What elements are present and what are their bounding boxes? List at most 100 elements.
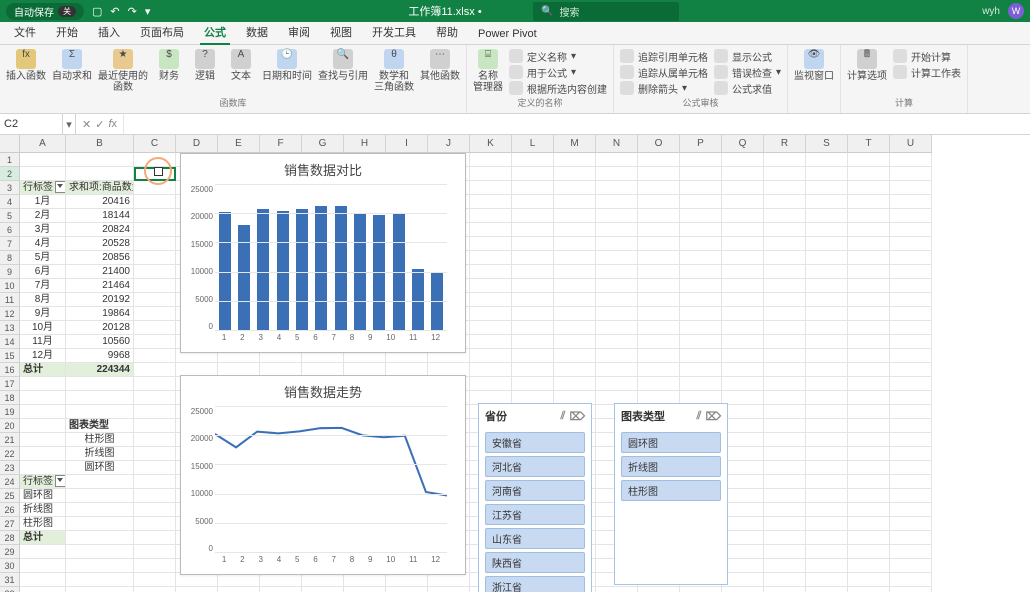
- cell-R17[interactable]: [764, 377, 806, 391]
- cell-Q18[interactable]: [722, 391, 764, 405]
- cell-U5[interactable]: [890, 209, 932, 223]
- cell-C3[interactable]: [134, 181, 176, 195]
- cell-C1[interactable]: [134, 153, 176, 167]
- cell-U31[interactable]: [890, 573, 932, 587]
- tab-dev[interactable]: 开发工具: [362, 20, 426, 44]
- lookup-button[interactable]: 🔍查找与引用: [318, 49, 368, 82]
- cell-M4[interactable]: [554, 195, 596, 209]
- cell-T16[interactable]: [848, 363, 890, 377]
- cell-B32[interactable]: [66, 587, 134, 592]
- cell-T18[interactable]: [848, 391, 890, 405]
- cell-B21[interactable]: 柱形图: [66, 433, 134, 447]
- cell-Q25[interactable]: [722, 489, 764, 503]
- cell-A9[interactable]: 6月: [20, 265, 66, 279]
- cell-T8[interactable]: [848, 251, 890, 265]
- col-header-B[interactable]: B: [66, 135, 134, 153]
- cell-U4[interactable]: [890, 195, 932, 209]
- cell-S14[interactable]: [806, 335, 848, 349]
- cell-P1[interactable]: [680, 153, 722, 167]
- cell-T24[interactable]: [848, 475, 890, 489]
- cell-O3[interactable]: [638, 181, 680, 195]
- row-header-22[interactable]: 22: [0, 447, 20, 461]
- cell-F32[interactable]: [260, 587, 302, 592]
- calc-options-button[interactable]: 🖩计算选项: [847, 49, 887, 82]
- cell-C31[interactable]: [134, 573, 176, 587]
- cell-T32[interactable]: [848, 587, 890, 592]
- cell-A26[interactable]: 折线图: [20, 503, 66, 517]
- cell-T19[interactable]: [848, 405, 890, 419]
- tab-review[interactable]: 审阅: [278, 20, 320, 44]
- cell-R1[interactable]: [764, 153, 806, 167]
- cell-R4[interactable]: [764, 195, 806, 209]
- cell-N9[interactable]: [596, 265, 638, 279]
- cell-Q21[interactable]: [722, 433, 764, 447]
- bar-6[interactable]: [315, 206, 327, 331]
- row-header-6[interactable]: 6: [0, 223, 20, 237]
- cell-R32[interactable]: [764, 587, 806, 592]
- cell-T27[interactable]: [848, 517, 890, 531]
- cell-L2[interactable]: [512, 167, 554, 181]
- cell-R16[interactable]: [764, 363, 806, 377]
- cell-U26[interactable]: [890, 503, 932, 517]
- cell-B26[interactable]: [66, 503, 134, 517]
- col-header-G[interactable]: G: [302, 135, 344, 153]
- cell-Q17[interactable]: [722, 377, 764, 391]
- cell-H31[interactable]: [344, 573, 386, 587]
- cell-O32[interactable]: [638, 587, 680, 592]
- cell-L4[interactable]: [512, 195, 554, 209]
- cell-L8[interactable]: [512, 251, 554, 265]
- cell-U16[interactable]: [890, 363, 932, 377]
- cell-Q19[interactable]: [722, 405, 764, 419]
- cell-S16[interactable]: [806, 363, 848, 377]
- row-header-16[interactable]: 16: [0, 363, 20, 377]
- cell-Q7[interactable]: [722, 237, 764, 251]
- row-header-13[interactable]: 13: [0, 321, 20, 335]
- cell-T30[interactable]: [848, 559, 890, 573]
- cell-T4[interactable]: [848, 195, 890, 209]
- cell-S29[interactable]: [806, 545, 848, 559]
- col-header-M[interactable]: M: [554, 135, 596, 153]
- trace-dependents-button[interactable]: 追踪从属单元格: [620, 65, 708, 80]
- cell-S19[interactable]: [806, 405, 848, 419]
- cell-Q2[interactable]: [722, 167, 764, 181]
- row-header-5[interactable]: 5: [0, 209, 20, 223]
- chart-line-trend[interactable]: 销售数据走势 2500020000150001000050000 1234567…: [180, 375, 466, 575]
- cell-B25[interactable]: [66, 489, 134, 503]
- cell-U7[interactable]: [890, 237, 932, 251]
- cell-P4[interactable]: [680, 195, 722, 209]
- cell-S18[interactable]: [806, 391, 848, 405]
- col-header-F[interactable]: F: [260, 135, 302, 153]
- cell-Q13[interactable]: [722, 321, 764, 335]
- cell-O4[interactable]: [638, 195, 680, 209]
- cell-R12[interactable]: [764, 307, 806, 321]
- cell-S3[interactable]: [806, 181, 848, 195]
- cell-C23[interactable]: [134, 461, 176, 475]
- cell-O5[interactable]: [638, 209, 680, 223]
- cell-B19[interactable]: [66, 405, 134, 419]
- cell-G32[interactable]: [302, 587, 344, 592]
- cell-A28[interactable]: 总计: [20, 531, 66, 545]
- calc-now-button[interactable]: 开始计算: [893, 49, 951, 64]
- cell-C30[interactable]: [134, 559, 176, 573]
- bar-5[interactable]: [296, 209, 308, 331]
- cell-Q28[interactable]: [722, 531, 764, 545]
- name-box[interactable]: C2: [0, 114, 63, 134]
- cell-T3[interactable]: [848, 181, 890, 195]
- slicer-province[interactable]: 省份 ⫽⌦ 安徽省河北省河南省江苏省山东省陕西省浙江省: [478, 403, 592, 592]
- cell-S1[interactable]: [806, 153, 848, 167]
- cell-A25[interactable]: 圆环图: [20, 489, 66, 503]
- search-box[interactable]: 🔍 搜索: [533, 2, 679, 21]
- cell-C21[interactable]: [134, 433, 176, 447]
- math-button[interactable]: θ数学和 三角函数: [374, 49, 414, 93]
- cell-L7[interactable]: [512, 237, 554, 251]
- cell-C22[interactable]: [134, 447, 176, 461]
- cell-Q14[interactable]: [722, 335, 764, 349]
- cell-R31[interactable]: [764, 573, 806, 587]
- cell-R22[interactable]: [764, 447, 806, 461]
- cell-T10[interactable]: [848, 279, 890, 293]
- cell-S25[interactable]: [806, 489, 848, 503]
- cell-K8[interactable]: [470, 251, 512, 265]
- cell-U18[interactable]: [890, 391, 932, 405]
- col-header-P[interactable]: P: [680, 135, 722, 153]
- cell-C16[interactable]: [134, 363, 176, 377]
